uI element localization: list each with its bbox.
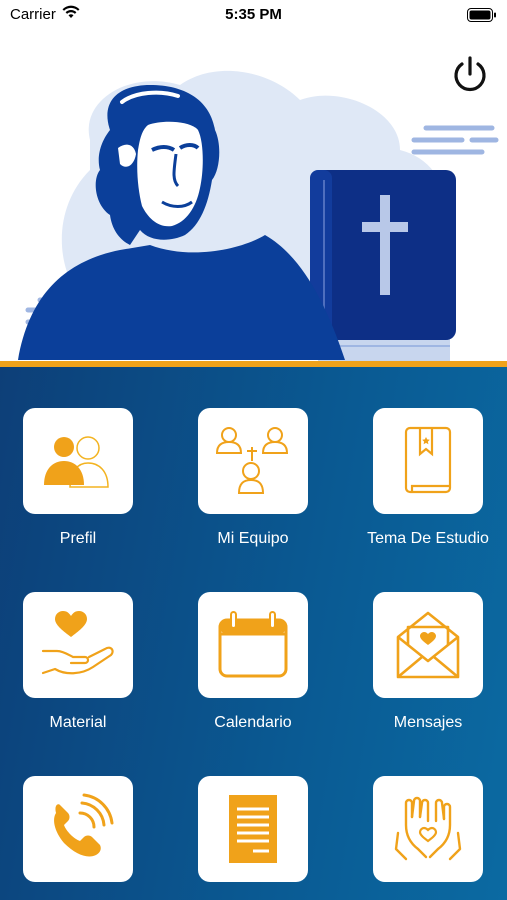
battery-icon: [467, 8, 497, 26]
menu-label-calendar: Calendario: [214, 714, 292, 731]
power-button[interactable]: [451, 54, 489, 94]
priest-bible-illustration: [18, 70, 499, 362]
menu-label-material: Material: [49, 714, 107, 731]
menu-label-study-topic: Tema De Estudio: [367, 530, 489, 547]
hero-illustration: [0, 30, 507, 362]
menu-panel: Prefil Mi Equipo Tema De Estudio Materia…: [0, 367, 507, 900]
envelope-icon: [396, 611, 460, 679]
menu-tile-phone[interactable]: [23, 776, 133, 882]
menu-tile-material[interactable]: [23, 592, 133, 698]
menu-tile-calendar[interactable]: [198, 592, 308, 698]
bookmark-book-icon: [404, 426, 452, 494]
menu-tile-profile[interactable]: [23, 408, 133, 514]
status-time: 5:35 PM: [225, 6, 282, 23]
menu-label-messages: Mensajes: [393, 714, 463, 731]
menu-tile-prayer[interactable]: [373, 776, 483, 882]
status-bar: Carrier 5:35 PM: [0, 0, 507, 30]
people-icon: [44, 436, 109, 488]
phone-icon: [54, 793, 114, 857]
team-icon: [215, 427, 289, 494]
menu-tile-messages[interactable]: [373, 592, 483, 698]
menu-label-profile: Prefil: [59, 530, 97, 547]
document-icon: [229, 795, 277, 863]
calendar-icon: [218, 611, 288, 678]
menu-tile-team[interactable]: [198, 408, 308, 514]
heart-hand-icon: [41, 611, 114, 675]
menu-tile-study-topic[interactable]: [373, 408, 483, 514]
menu-label-team: Mi Equipo: [217, 530, 289, 547]
power-icon: [454, 56, 486, 92]
praying-hands-icon: [394, 796, 462, 861]
menu-tile-document[interactable]: [198, 776, 308, 882]
